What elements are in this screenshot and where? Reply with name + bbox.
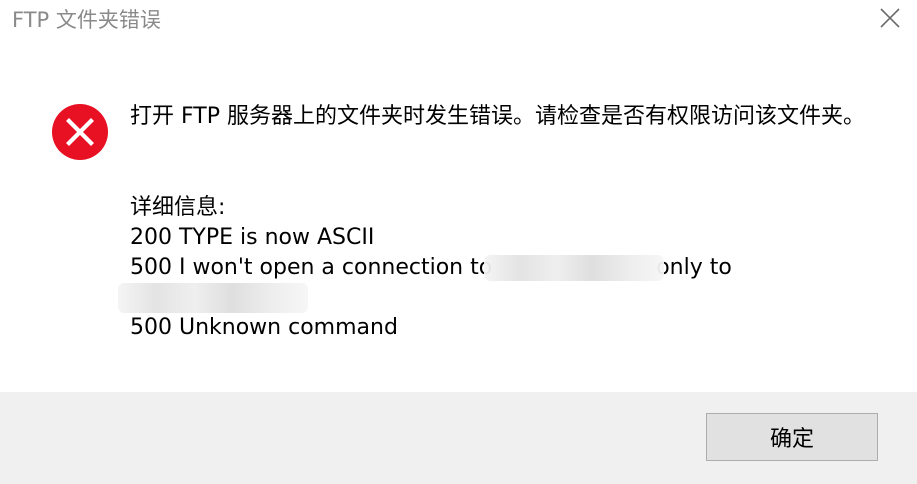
details-line-type: 200 TYPE is now ASCII xyxy=(130,225,375,250)
dialog-content: 打开 FTP 服务器上的文件夹时发生错误。请检查是否有权限访问该文件夹。 详细信… xyxy=(0,40,917,392)
title-bar: FTP 文件夹错误 xyxy=(0,0,917,40)
close-button[interactable] xyxy=(870,0,910,38)
redacted-address-2 xyxy=(118,283,308,313)
window-title: FTP 文件夹错误 xyxy=(12,8,161,32)
error-icon xyxy=(52,104,108,160)
button-bar: 确定 xyxy=(0,392,917,484)
details-header: 详细信息: xyxy=(130,195,226,220)
details-line-redacted xyxy=(118,283,870,313)
ftp-error-dialog: FTP 文件夹错误 打开 FTP 服务器上的文件夹时发生错误。请检查是否有权限访… xyxy=(0,0,917,484)
details-line-unknown: 500 Unknown command xyxy=(130,315,398,340)
details-line-connection-prefix: 500 I won't open a connection to xyxy=(130,255,493,280)
details-line-connection-suffix: only to xyxy=(656,255,732,280)
details-line-connection: 500 I won't open a connection to only to xyxy=(130,253,870,283)
error-message: 打开 FTP 服务器上的文件夹时发生错误。请检查是否有权限访问该文件夹。 xyxy=(130,104,865,129)
error-details: 详细信息: 200 TYPE is now ASCII 500 I won't … xyxy=(118,193,870,343)
ok-button[interactable]: 确定 xyxy=(706,413,878,461)
redacted-address xyxy=(484,255,665,281)
close-icon xyxy=(880,8,900,28)
